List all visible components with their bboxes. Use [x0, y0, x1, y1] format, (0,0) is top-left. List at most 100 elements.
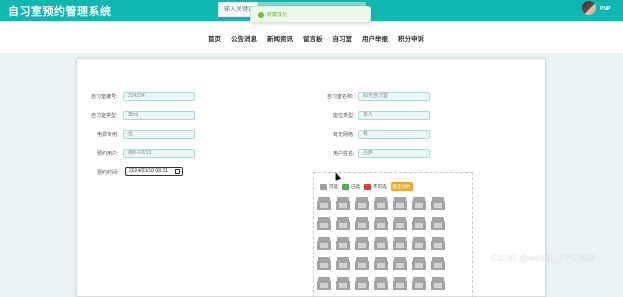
watermark: CSDN @weixin_ZYKJ985 — [491, 253, 596, 263]
seat-icon-part — [374, 228, 388, 230]
seat-icon-part — [355, 268, 369, 270]
seat-icon-part — [431, 228, 445, 230]
seat-icon-part — [336, 268, 350, 270]
room-type-label: 自习室类型: — [91, 113, 118, 119]
seat[interactable] — [355, 277, 369, 291]
seat[interactable] — [374, 237, 388, 251]
seat[interactable] — [336, 237, 350, 251]
network-field[interactable]: 有 — [358, 130, 430, 139]
seat[interactable] — [374, 217, 388, 231]
success-icon — [258, 12, 264, 18]
seat-grid — [317, 197, 464, 291]
seat[interactable] — [412, 237, 426, 251]
reserve-button[interactable]: 确定预约 — [390, 182, 413, 191]
legend-selected-label: 已选 — [351, 183, 360, 189]
seat-icon-part — [374, 268, 388, 270]
seat-icon-part — [412, 248, 426, 250]
seat[interactable] — [431, 237, 445, 251]
room-number-field[interactable]: 234234 — [123, 92, 195, 101]
reserving-user-field[interactable]: 用8-1/2/13 — [123, 149, 195, 158]
legend-unavailable-label: 不可选 — [373, 183, 387, 189]
seat[interactable] — [431, 257, 445, 271]
seat[interactable] — [393, 257, 407, 271]
seat-icon-part — [431, 268, 445, 270]
seat[interactable] — [374, 257, 388, 271]
seat[interactable] — [374, 197, 388, 211]
seat[interactable] — [393, 217, 407, 231]
detail-card: 自习室编号: 234234 自习室类型: 单间 电源专用: 否 预约用户: 用8… — [76, 58, 546, 297]
seat-icon-part — [393, 228, 407, 230]
seat[interactable] — [317, 237, 331, 251]
power-field[interactable]: 否 — [123, 130, 195, 139]
reservation-time-input[interactable]: 2024/03/10 08:31 — [125, 167, 183, 176]
nav-item-message-board[interactable]: 留言板 — [303, 33, 323, 43]
seat-icon-part — [317, 268, 331, 270]
legend-selected: 已选 — [342, 183, 360, 190]
seat[interactable] — [431, 217, 445, 231]
seat-type-label: 座位类型: — [333, 113, 355, 119]
seat-icon-part — [336, 288, 350, 290]
seat-unavailable-icon — [364, 183, 371, 190]
seat[interactable] — [317, 257, 331, 271]
seat-type-field[interactable]: 单人 — [358, 111, 430, 120]
seat[interactable] — [336, 277, 350, 291]
seat[interactable] — [317, 197, 331, 211]
seat-icon-part — [317, 208, 331, 210]
nav-item-user-report[interactable]: 用户举报 — [362, 33, 388, 43]
user-fullname-label: 用户姓名: — [333, 151, 355, 157]
network-label: 有无网络: — [333, 132, 355, 138]
seat[interactable] — [412, 217, 426, 231]
seat[interactable] — [431, 197, 445, 211]
room-type-field[interactable]: 单间 — [123, 111, 195, 120]
nav-item-announcements[interactable]: 公告消息 — [231, 33, 257, 43]
legend-available: 可选 — [320, 183, 338, 190]
seat-icon-part — [355, 288, 369, 290]
seat[interactable] — [355, 237, 369, 251]
calendar-icon[interactable] — [175, 169, 180, 174]
seat-icon-part — [355, 208, 369, 210]
seat[interactable] — [374, 277, 388, 291]
seat[interactable] — [393, 277, 407, 291]
seat-icon-part — [355, 248, 369, 250]
nav-item-home[interactable]: 首页 — [208, 33, 221, 43]
seat-icon-part — [374, 208, 388, 210]
success-toast: 收藏成功 — [250, 6, 371, 23]
seat[interactable] — [317, 217, 331, 231]
seat[interactable] — [355, 217, 369, 231]
seat[interactable] — [431, 277, 445, 291]
nav-bar: 首页 公告消息 新闻资讯 留言板 自习室 用户举报 积分申诉 — [0, 21, 623, 53]
legend-unavailable: 不可选 — [364, 183, 387, 190]
seat[interactable] — [412, 257, 426, 271]
seat-selected-icon — [342, 183, 349, 190]
seat-icon-part — [412, 228, 426, 230]
nav-item-news[interactable]: 新闻资讯 — [267, 33, 293, 43]
main-nav: 首页 公告消息 新闻资讯 留言板 自习室 用户举报 积分申诉 — [208, 33, 424, 43]
seat[interactable] — [393, 237, 407, 251]
seat-icon-part — [317, 228, 331, 230]
nav-item-points-appeal[interactable]: 积分申诉 — [398, 33, 424, 43]
user-fullname-field[interactable]: 吕萨 — [358, 149, 430, 158]
room-name-label: 自习室名称: — [327, 94, 354, 100]
reservation-time-label: 预约时间: — [97, 170, 119, 176]
user-name[interactable]: PNP — [600, 6, 610, 12]
seat-icon-part — [393, 248, 407, 250]
reservation-time-value: 2024/03/10 08:31 — [129, 168, 168, 174]
seat-icon-part — [393, 208, 407, 210]
seat[interactable] — [393, 197, 407, 211]
toast-text: 收藏成功 — [267, 12, 288, 18]
nav-item-study-room[interactable]: 自习室 — [333, 33, 353, 43]
seat[interactable] — [355, 197, 369, 211]
seat[interactable] — [355, 257, 369, 271]
room-name-field[interactable]: 阳光自习室 — [358, 92, 430, 101]
seat-icon-part — [412, 288, 426, 290]
seat[interactable] — [336, 197, 350, 211]
seat[interactable] — [336, 257, 350, 271]
avatar[interactable] — [582, 1, 596, 15]
seat-icon-part — [412, 268, 426, 270]
seat-panel: 可选 已选 不可选 确定预约 — [313, 172, 473, 297]
seat[interactable] — [412, 277, 426, 291]
seat[interactable] — [412, 197, 426, 211]
room-number-label: 自习室编号: — [91, 94, 118, 100]
seat[interactable] — [317, 277, 331, 291]
seat[interactable] — [336, 217, 350, 231]
